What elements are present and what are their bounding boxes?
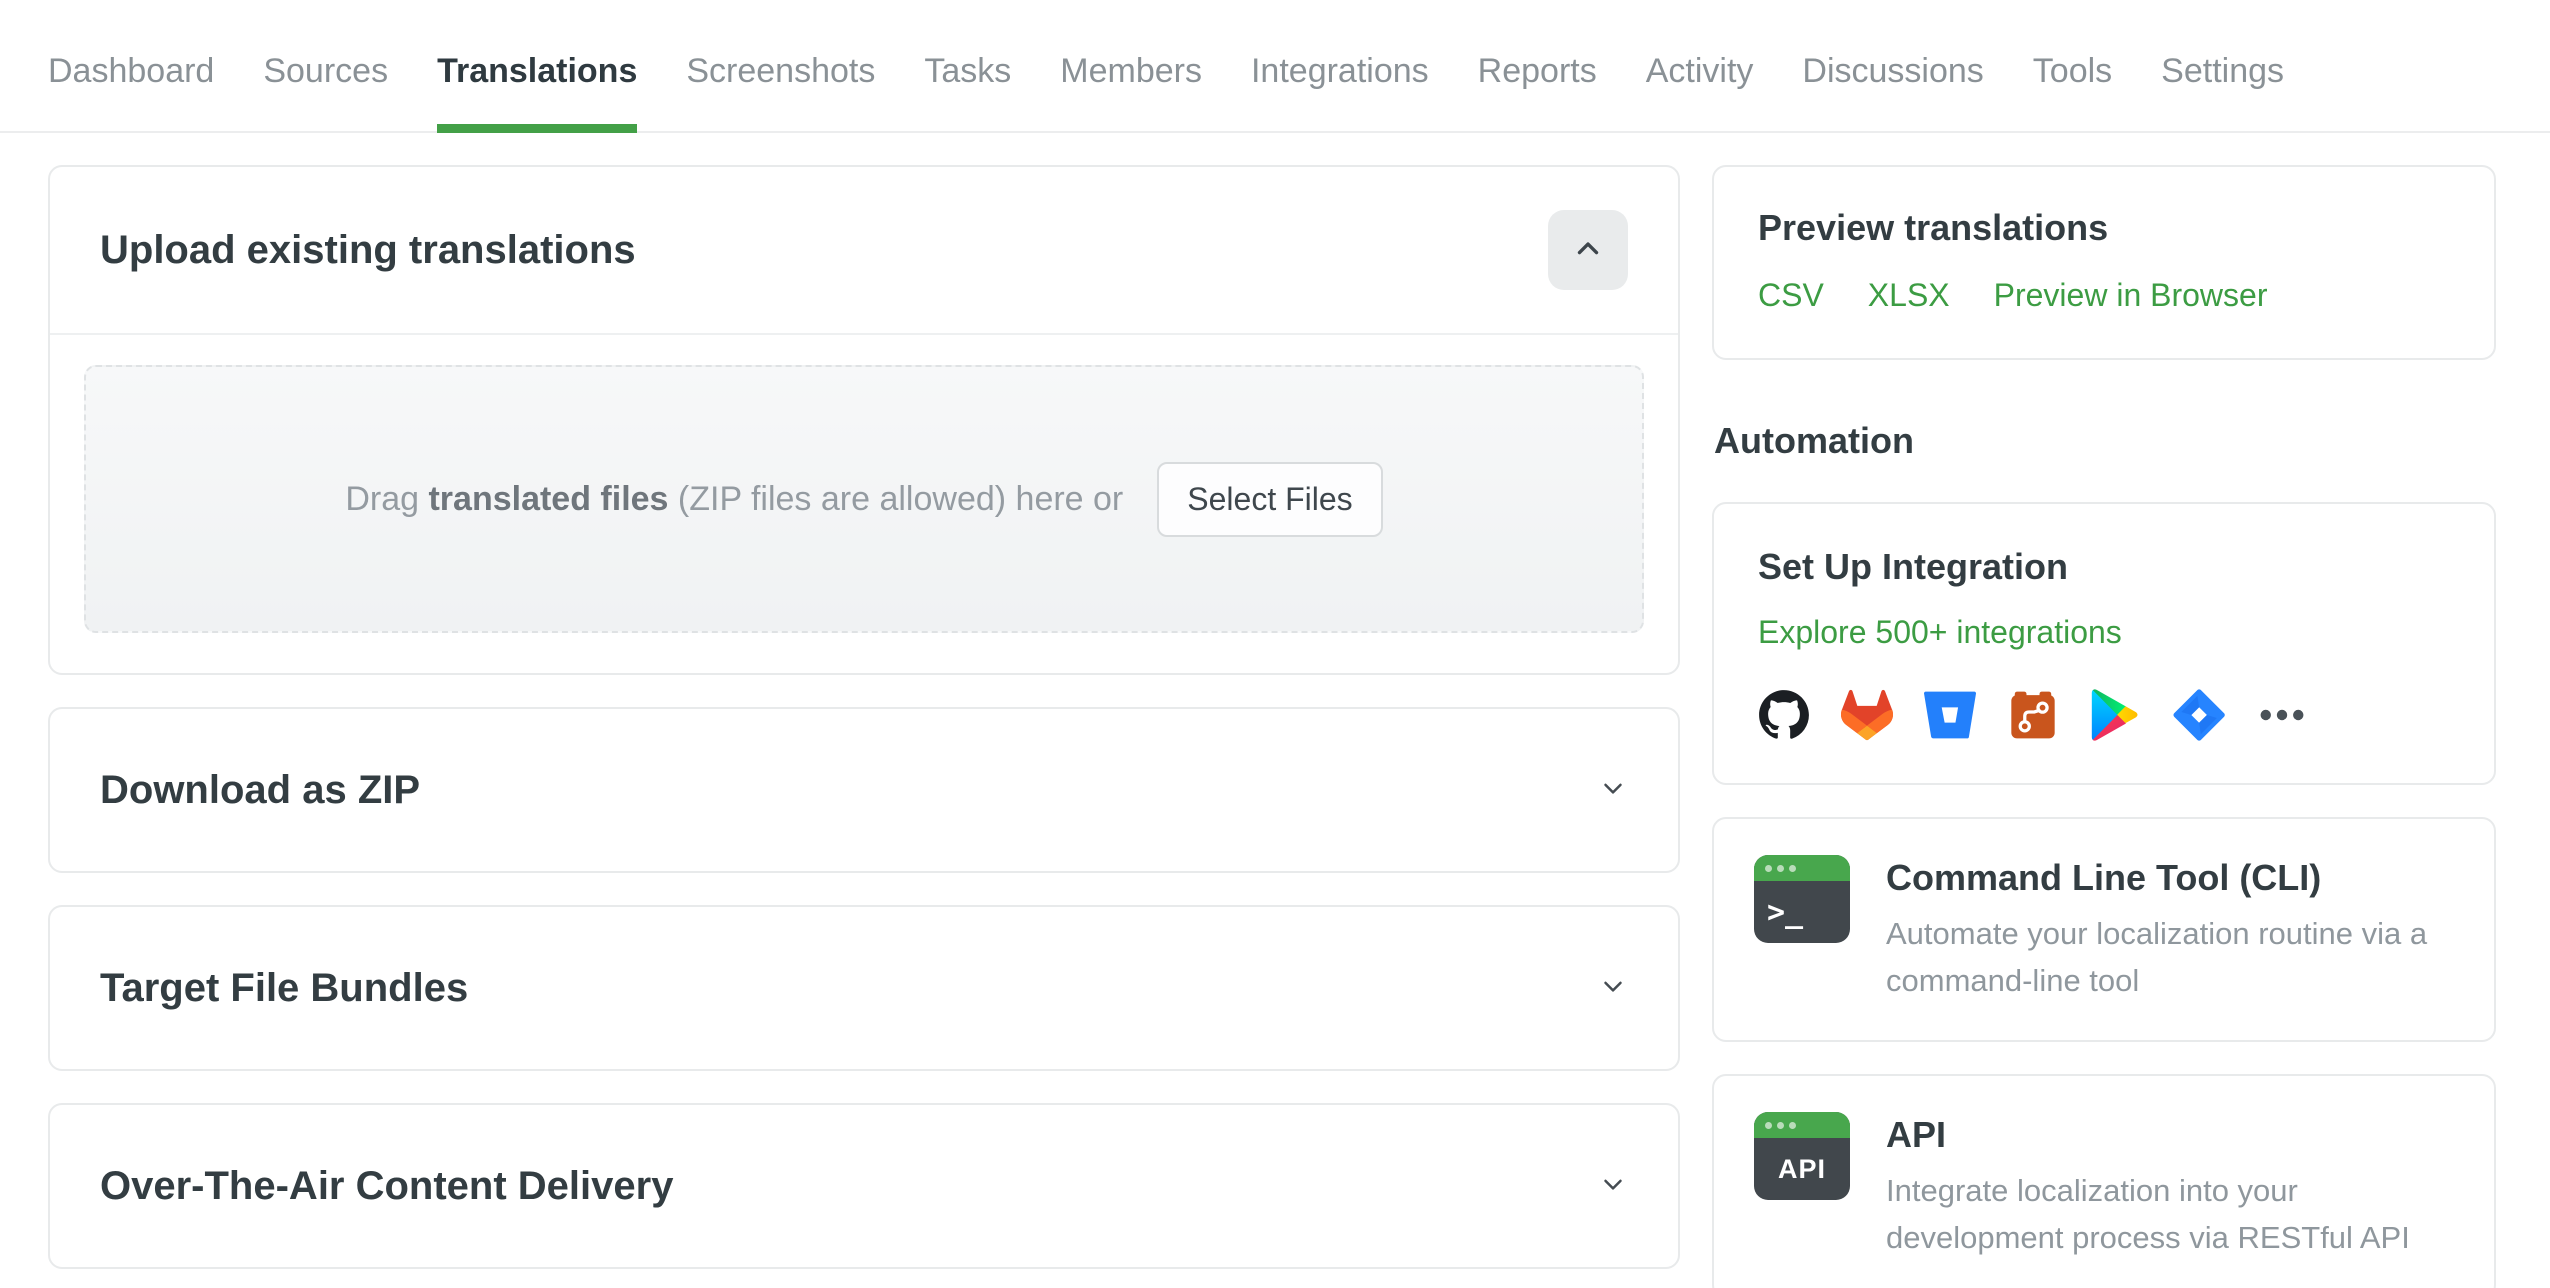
- upload-translations-card: Upload existing translations Drag transl…: [48, 165, 1680, 675]
- api-card-text: API Integrate localization into your dev…: [1886, 1112, 2454, 1261]
- right-sidebar: Preview translations CSV XLSX Preview in…: [1712, 165, 2496, 1288]
- integration-icons-row: [1758, 689, 2450, 741]
- chevron-down-icon: [1598, 773, 1628, 808]
- preview-in-browser-link[interactable]: Preview in Browser: [1994, 277, 2268, 314]
- automation-heading: Automation: [1714, 420, 1914, 461]
- top-navigation: Dashboard Sources Translations Screensho…: [0, 0, 2550, 133]
- cli-card[interactable]: >_ Command Line Tool (CLI) Automate your…: [1712, 817, 2496, 1042]
- tab-translations[interactable]: Translations: [437, 0, 638, 133]
- left-column: Upload existing translations Drag transl…: [48, 165, 1680, 1269]
- gitlab-icon[interactable]: [1841, 689, 1893, 741]
- ota-content-delivery-title: Over-The-Air Content Delivery: [100, 1163, 674, 1208]
- more-integrations-icon[interactable]: [2256, 689, 2308, 741]
- ota-content-delivery-card[interactable]: Over-The-Air Content Delivery: [48, 1103, 1680, 1269]
- preview-translations-title: Preview translations: [1758, 207, 2109, 248]
- preview-links: CSV XLSX Preview in Browser: [1758, 277, 2450, 314]
- explore-integrations-link[interactable]: Explore 500+ integrations: [1758, 614, 2122, 651]
- set-up-integration-title: Set Up Integration: [1758, 546, 2069, 587]
- preview-translations-card: Preview translations CSV XLSX Preview in…: [1712, 165, 2496, 360]
- git-icon[interactable]: [2007, 689, 2059, 741]
- tab-screenshots[interactable]: Screenshots: [686, 0, 875, 131]
- api-card[interactable]: API API Integrate localization into your…: [1712, 1074, 2496, 1288]
- download-zip-card[interactable]: Download as ZIP: [48, 707, 1680, 873]
- jira-icon[interactable]: [2173, 689, 2225, 741]
- bitbucket-icon[interactable]: [1924, 689, 1976, 741]
- google-play-icon[interactable]: [2090, 689, 2142, 741]
- upload-card-body: Drag translated files (ZIP files are all…: [50, 335, 1678, 673]
- target-file-bundles-title: Target File Bundles: [100, 965, 469, 1010]
- tab-tasks[interactable]: Tasks: [924, 0, 1011, 131]
- target-file-bundles-card[interactable]: Target File Bundles: [48, 905, 1680, 1071]
- tab-reports[interactable]: Reports: [1478, 0, 1597, 131]
- github-icon[interactable]: [1758, 689, 1810, 741]
- cli-card-description: Automate your localization routine via a…: [1886, 916, 2428, 998]
- api-card-description: Integrate localization into your develop…: [1886, 1173, 2410, 1255]
- tab-discussions[interactable]: Discussions: [1802, 0, 1983, 131]
- terminal-icon: >_: [1754, 855, 1850, 943]
- upload-card-title: Upload existing translations: [100, 227, 636, 272]
- tab-activity[interactable]: Activity: [1646, 0, 1754, 131]
- select-files-button[interactable]: Select Files: [1157, 461, 1383, 537]
- download-zip-title: Download as ZIP: [100, 767, 421, 812]
- api-icon: API: [1754, 1112, 1850, 1200]
- tab-tools[interactable]: Tools: [2033, 0, 2112, 131]
- tab-integrations[interactable]: Integrations: [1251, 0, 1429, 131]
- chevron-up-icon: [1571, 232, 1605, 269]
- cli-card-text: Command Line Tool (CLI) Automate your lo…: [1886, 855, 2454, 1004]
- main-content: Upload existing translations Drag transl…: [0, 133, 2550, 1288]
- collapse-button[interactable]: [1548, 210, 1628, 290]
- tab-sources[interactable]: Sources: [263, 0, 388, 131]
- tab-settings[interactable]: Settings: [2161, 0, 2284, 131]
- api-card-title: API: [1886, 1114, 1947, 1155]
- tab-members[interactable]: Members: [1060, 0, 1202, 131]
- set-up-integration-card: Set Up Integration Explore 500+ integrat…: [1712, 502, 2496, 785]
- dropzone-text-bold: translated files: [428, 479, 669, 518]
- file-dropzone[interactable]: Drag translated files (ZIP files are all…: [84, 365, 1644, 633]
- csv-link[interactable]: CSV: [1758, 277, 1824, 314]
- cli-card-title: Command Line Tool (CLI): [1886, 857, 2322, 898]
- chevron-down-icon: [1598, 971, 1628, 1006]
- tab-dashboard[interactable]: Dashboard: [48, 0, 214, 131]
- upload-card-header: Upload existing translations: [50, 167, 1678, 333]
- dropzone-text: Drag translated files (ZIP files are all…: [345, 479, 1124, 518]
- xlsx-link[interactable]: XLSX: [1868, 277, 1950, 314]
- chevron-down-icon: [1598, 1169, 1628, 1204]
